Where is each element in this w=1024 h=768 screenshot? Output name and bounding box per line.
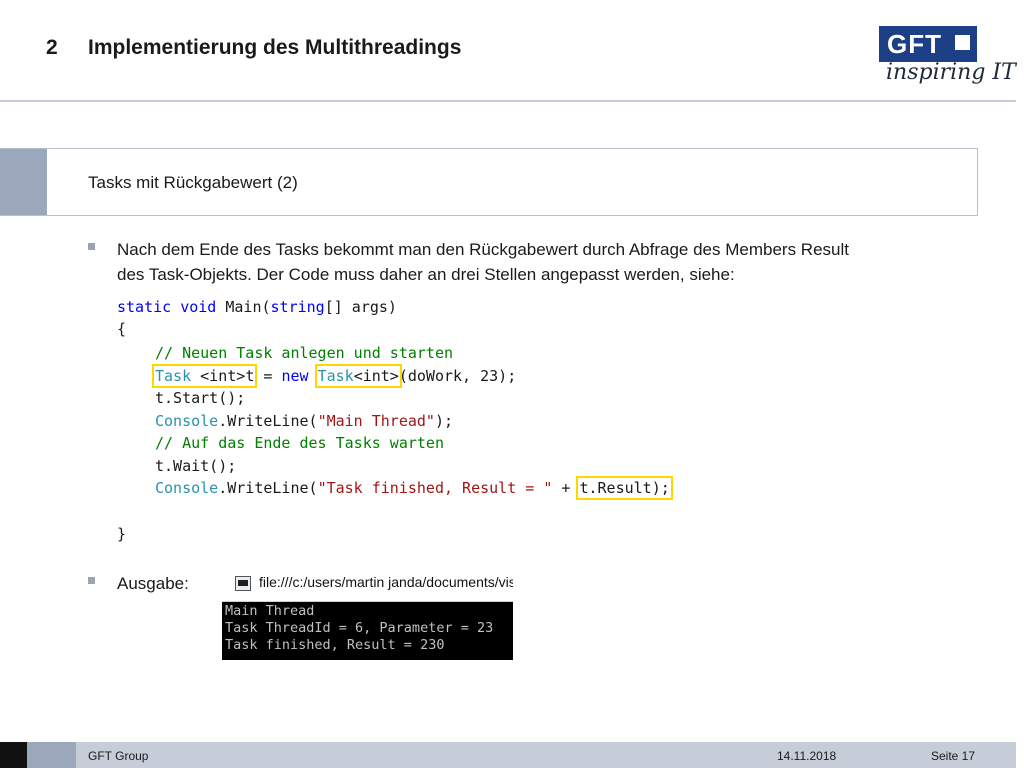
code-line-task-declaration: Task <int>t = new Task<int>(doWork, 23); xyxy=(151,364,517,388)
code-line-writeline-1: Console.WriteLine("Main Thread"); xyxy=(155,412,454,430)
bullet-line-2: des Task-Objekts. Der Code muss daher an… xyxy=(117,265,735,284)
code-comment-1: // Neuen Task anlegen und starten xyxy=(155,344,454,362)
code-line-1: static void Main(string[] args) xyxy=(117,298,397,316)
section-title: Tasks mit Rückgabewert (2) xyxy=(88,173,298,192)
footer-date: 14.11.2018 xyxy=(777,749,837,763)
highlight-task-constructor: Task<int> xyxy=(314,364,402,388)
bullet-square-icon xyxy=(88,577,95,584)
console-app-icon xyxy=(235,576,251,591)
code-comment-2: // Auf das Ende des Tasks warten xyxy=(155,434,444,452)
console-output-window: file:///c:/users/martin janda/documents/… xyxy=(222,567,513,660)
code-line-start: t.Start(); xyxy=(155,389,246,407)
footer-accent xyxy=(27,742,76,768)
logo-text: GFT xyxy=(887,29,942,59)
console-titlebar: file:///c:/users/martin janda/documents/… xyxy=(222,567,513,602)
footer-black-block xyxy=(0,742,27,768)
section-header: Tasks mit Rückgabewert (2) xyxy=(0,148,978,216)
logo-square-icon xyxy=(955,35,970,50)
slide-title: Implementierung des Multithreadings xyxy=(88,36,462,59)
footer-bar xyxy=(27,742,1016,768)
highlight-task-type: Task <int>t xyxy=(151,364,258,388)
footer-page-number: Seite 17 xyxy=(931,749,976,763)
highlight-result: t.Result); xyxy=(576,476,673,500)
chapter-number: 2 xyxy=(46,36,58,59)
code-line-close: } xyxy=(117,525,127,543)
code-line-2: { xyxy=(117,320,127,338)
bullet-ausgabe: Ausgabe: xyxy=(117,574,189,593)
header-divider xyxy=(0,100,1016,102)
footer-company: GFT Group xyxy=(88,749,149,763)
code-line-writeline-2: Console.WriteLine("Task finished, Result… xyxy=(155,476,673,500)
gft-logo: GFT xyxy=(879,26,977,62)
code-line-wait: t.Wait(); xyxy=(155,457,237,475)
console-line: Main Thread xyxy=(225,603,315,619)
bullet-square-icon xyxy=(88,243,95,250)
console-line: Task ThreadId = 6, Parameter = 23 xyxy=(225,620,494,636)
logo-tagline: inspiring IT xyxy=(886,60,1016,85)
console-line: Task finished, Result = 230 xyxy=(225,637,445,653)
bullet-line-1: Nach dem Ende des Tasks bekommt man den … xyxy=(117,240,849,259)
section-accent-bar xyxy=(0,149,47,215)
console-path: file:///c:/users/martin janda/documents/… xyxy=(259,574,513,590)
